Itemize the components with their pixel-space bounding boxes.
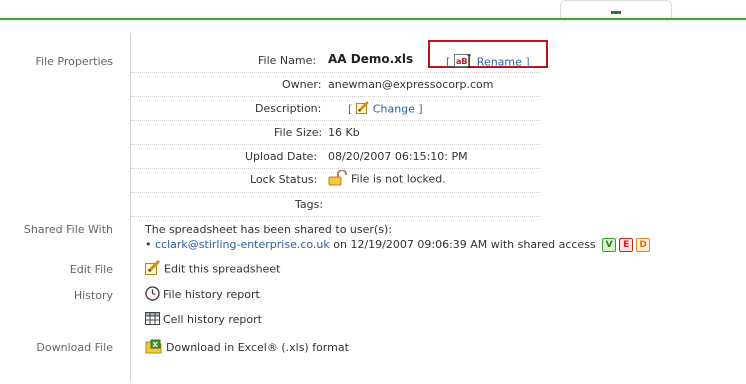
edit-spreadsheet-link[interactable]: Edit this spreadsheet: [145, 259, 280, 279]
file-size-value: 16 Kb: [328, 126, 360, 139]
edit-spreadsheet-icon: [145, 259, 161, 279]
change-label[interactable]: Change: [373, 103, 415, 116]
file-history-label[interactable]: File history report: [163, 288, 260, 301]
lock-status-value-wrap: File is not locked.: [328, 169, 446, 189]
svg-text:aB: aB: [456, 57, 468, 66]
row-upload-date: Upload Date: 08/20/2007 06:15:10: PM: [131, 144, 541, 169]
row-owner: Owner: anewman@expressocorp.com: [131, 72, 541, 97]
section-history: History: [73, 289, 113, 302]
file-name-label: File Name:: [258, 54, 317, 67]
edit-pencil-icon: [355, 101, 370, 118]
upload-date-label: Upload Date:: [245, 150, 318, 163]
cell-history-label[interactable]: Cell history report: [163, 313, 262, 326]
download-excel-link[interactable]: X Download in Excel® (.xls) format: [145, 339, 349, 357]
section-edit-file: Edit File: [69, 263, 113, 276]
owner-label: Owner:: [282, 78, 322, 91]
file-name-value-wrap: AA Demo.xls: [328, 52, 414, 67]
unlocked-padlock-icon: [328, 169, 348, 189]
file-history-link[interactable]: File history report: [145, 286, 260, 304]
download-excel-label[interactable]: Download in Excel® (.xls) format: [166, 341, 349, 354]
rename-label[interactable]: Rename: [477, 56, 522, 69]
row-file-size: File Size: 16 Kb: [131, 120, 541, 145]
clock-icon: [145, 286, 160, 304]
svg-text:X: X: [153, 341, 159, 349]
section-file-properties: File Properties: [35, 55, 114, 68]
tab-indicator: [611, 11, 621, 14]
header-shadow: [0, 20, 746, 23]
row-tags: Tags:: [131, 192, 541, 217]
shared-intro: The spreadsheet has been shared to user(…: [145, 223, 392, 236]
row-lock-status: Lock Status: File is not locked.: [131, 168, 541, 193]
excel-folder-icon: X: [145, 339, 163, 357]
description-change-link[interactable]: [ Change ]: [348, 101, 423, 118]
lock-status-label: Lock Status:: [250, 173, 318, 186]
tags-label: Tags:: [295, 198, 324, 211]
edit-spreadsheet-label[interactable]: Edit this spreadsheet: [164, 263, 280, 276]
description-label: Description:: [255, 102, 322, 115]
shared-on: on: [333, 238, 347, 251]
section-shared-file-with: Shared File With: [23, 223, 113, 236]
browser-tab-edge: [560, 0, 672, 19]
section-download-file: Download File: [36, 341, 113, 354]
shared-user-email[interactable]: cclark@stirling-enterprise.co.uk: [155, 238, 330, 251]
upload-date-value: 08/20/2007 06:15:10: PM: [328, 150, 468, 163]
rename-bracket-close: ]: [525, 55, 530, 69]
cell-grid-icon: [145, 312, 160, 328]
shared-bullet: •: [145, 238, 152, 251]
rename-icon: aB: [453, 54, 474, 71]
access-download-badge[interactable]: D: [636, 238, 651, 252]
file-name-value: AA Demo.xls: [328, 52, 414, 66]
access-view-badge[interactable]: V: [602, 238, 617, 252]
change-bracket-close: ]: [418, 102, 423, 116]
access-edit-badge[interactable]: E: [619, 238, 634, 252]
cell-history-link[interactable]: Cell history report: [145, 312, 262, 328]
shared-date: 12/19/2007 09:06:39 AM: [350, 238, 488, 251]
file-size-label: File Size:: [274, 126, 323, 139]
row-description: Description:: [131, 96, 541, 121]
owner-value: anewman@expressocorp.com: [328, 78, 494, 91]
rename-bracket-open: [: [446, 55, 451, 69]
shared-with: with shared access: [490, 238, 596, 251]
lock-status-value: File is not locked.: [351, 172, 446, 186]
shared-user-entry: • cclark@stirling-enterprise.co.uk on 12…: [145, 238, 651, 252]
rename-link[interactable]: [ aB Rename ]: [446, 54, 530, 71]
change-bracket-open: [: [348, 102, 353, 116]
